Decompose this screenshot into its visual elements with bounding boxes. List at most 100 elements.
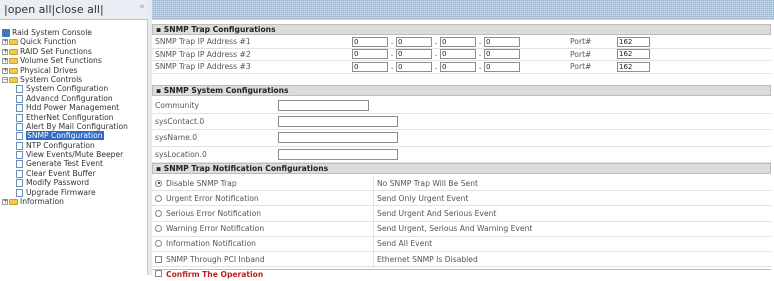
system-config-label: sysLocation.0 — [155, 149, 207, 159]
ip-dot: . — [390, 61, 394, 72]
trap-ip-label: SNMP Trap IP Address #3 — [155, 62, 251, 72]
notification-radio[interactable] — [155, 240, 162, 248]
folder-icon — [9, 76, 18, 83]
system-config-row: sysName.0 — [152, 130, 771, 147]
tree-item[interactable]: Clear Event Buffer — [2, 169, 148, 178]
notification-option[interactable]: Warning Error Notification — [155, 221, 374, 236]
tree-item[interactable]: SNMP Configuration — [2, 131, 148, 141]
system-field-cell — [278, 147, 398, 162]
notification-description: Send Only Urgent Event — [377, 193, 469, 203]
tree-item[interactable]: + Volume Set Functions — [2, 56, 148, 65]
collapse-pane-icon[interactable]: « — [136, 2, 148, 17]
expand-icon[interactable]: + — [2, 39, 8, 46]
notification-row: Information Notification Send All Event — [152, 236, 771, 252]
tree-item[interactable]: System Configuration — [2, 84, 148, 94]
ip-octet-input[interactable] — [484, 49, 520, 60]
section-header-system: ▪ SNMP System Configurations — [152, 85, 771, 96]
system-config-input[interactable] — [278, 100, 369, 112]
tree-item-label: Generate Test Event — [26, 159, 104, 169]
tree-item[interactable]: Generate Test Event — [2, 159, 148, 169]
tree-item[interactable]: + Physical Drives — [2, 66, 148, 75]
port-input[interactable] — [617, 36, 650, 47]
ip-dot: . — [434, 36, 438, 47]
tree-item-label: System Configuration — [26, 84, 109, 94]
page-icon — [16, 122, 23, 131]
tree-item-label: NTP Configuration — [26, 140, 95, 150]
expand-icon[interactable]: + — [2, 199, 8, 206]
tree-item[interactable]: − System Controls — [2, 75, 148, 84]
notification-label: Information Notification — [166, 239, 256, 249]
notification-option[interactable]: Urgent Error Notification — [155, 191, 374, 206]
notification-description: Ethernet SNMP Is Disabled — [377, 254, 478, 264]
system-config-input[interactable] — [278, 148, 398, 160]
system-config-input[interactable] — [278, 116, 398, 128]
ip-octet-input[interactable] — [484, 61, 520, 72]
ip-octet-input[interactable] — [396, 36, 432, 47]
port-input[interactable] — [617, 49, 650, 60]
notification-radio[interactable] — [155, 225, 162, 233]
page-icon — [16, 188, 23, 197]
expand-icon[interactable]: + — [2, 48, 8, 55]
ip-octet-input[interactable] — [440, 36, 476, 47]
inband-checkbox[interactable] — [155, 255, 162, 263]
page-icon — [16, 113, 23, 122]
close-all-link[interactable]: close all — [55, 3, 100, 16]
tree-item[interactable]: + Quick Function — [2, 37, 148, 46]
tree-item[interactable]: Advancd Configuration — [2, 94, 148, 103]
snmp-configuration-form: ▪ SNMP Trap Configurations SNMP Trap IP … — [152, 20, 774, 279]
ip-octet-input[interactable] — [440, 49, 476, 60]
ip-octet-input[interactable] — [396, 61, 432, 72]
port-label: Port# — [570, 49, 592, 59]
tree-item[interactable]: + Information — [2, 197, 148, 206]
notification-option[interactable]: Serious Error Notification — [155, 206, 374, 221]
section-header-trap: ▪ SNMP Trap Configurations — [152, 24, 771, 35]
trap-ip-row: SNMP Trap IP Address #1... Port# — [152, 36, 771, 49]
trap-ip-label: SNMP Trap IP Address #2 — [155, 49, 251, 59]
notification-radio[interactable] — [155, 179, 162, 187]
port-input[interactable] — [617, 61, 650, 72]
collapse-icon[interactable]: − — [2, 76, 8, 83]
notification-description: Send All Event — [377, 239, 433, 249]
notification-option[interactable]: Disable SNMP Trap — [155, 176, 374, 191]
tree-item-label: Upgrade Firmware — [26, 187, 96, 197]
ip-address-group: ... — [352, 49, 520, 61]
system-config-row: Community — [152, 98, 771, 115]
open-all-link[interactable]: open all — [8, 3, 52, 16]
folder-icon — [9, 199, 18, 206]
system-config-input[interactable] — [278, 132, 398, 144]
ip-octet-input[interactable] — [352, 61, 388, 72]
notification-option[interactable]: Information Notification — [155, 236, 374, 251]
ip-octet-input[interactable] — [396, 49, 432, 60]
folder-icon — [9, 39, 18, 46]
expand-icon[interactable]: + — [2, 58, 8, 65]
tree-root[interactable]: Raid System Console — [2, 28, 148, 37]
system-field-cell — [278, 130, 398, 145]
navigation-tree: Raid System Console + Quick Function + RAID… — [2, 28, 148, 206]
notification-option[interactable]: SNMP Through PCI Inband — [155, 252, 374, 267]
tree-item[interactable]: + RAID Set Functions — [2, 47, 148, 56]
tree-item[interactable]: NTP Configuration — [2, 141, 148, 150]
top-banner — [152, 0, 774, 20]
tree-item[interactable]: Hdd Power Management — [2, 103, 148, 113]
system-field-cell — [278, 98, 369, 113]
ip-octet-input[interactable] — [440, 61, 476, 72]
tree-sep: | — [99, 3, 104, 16]
confirm-checkbox[interactable] — [155, 270, 162, 277]
tree-item-label: SNMP Configuration — [26, 131, 104, 141]
ip-octet-input[interactable] — [352, 49, 388, 60]
tree-item-label: Information — [20, 197, 64, 207]
tree-item[interactable]: Modify Password — [2, 178, 148, 188]
expand-icon[interactable]: + — [2, 67, 8, 74]
tree-item[interactable]: View Events/Mute Beeper — [2, 150, 148, 160]
tree-item[interactable]: Upgrade Firmware — [2, 188, 148, 197]
tree-item[interactable]: EtherNet Configuration — [2, 113, 148, 122]
tree-item[interactable]: Alert By Mail Configuration — [2, 122, 148, 131]
ip-octet-input[interactable] — [352, 36, 388, 47]
section-header-notification: ▪ SNMP Trap Notification Configurations — [152, 163, 771, 174]
notification-radio[interactable] — [155, 194, 162, 202]
ip-dot: . — [478, 49, 482, 60]
tree-item-label: Quick Function — [20, 37, 77, 47]
ip-octet-input[interactable] — [484, 36, 520, 47]
notification-radio[interactable] — [155, 209, 162, 217]
notification-row: Warning Error Notification Send Urgent, S… — [152, 221, 771, 237]
